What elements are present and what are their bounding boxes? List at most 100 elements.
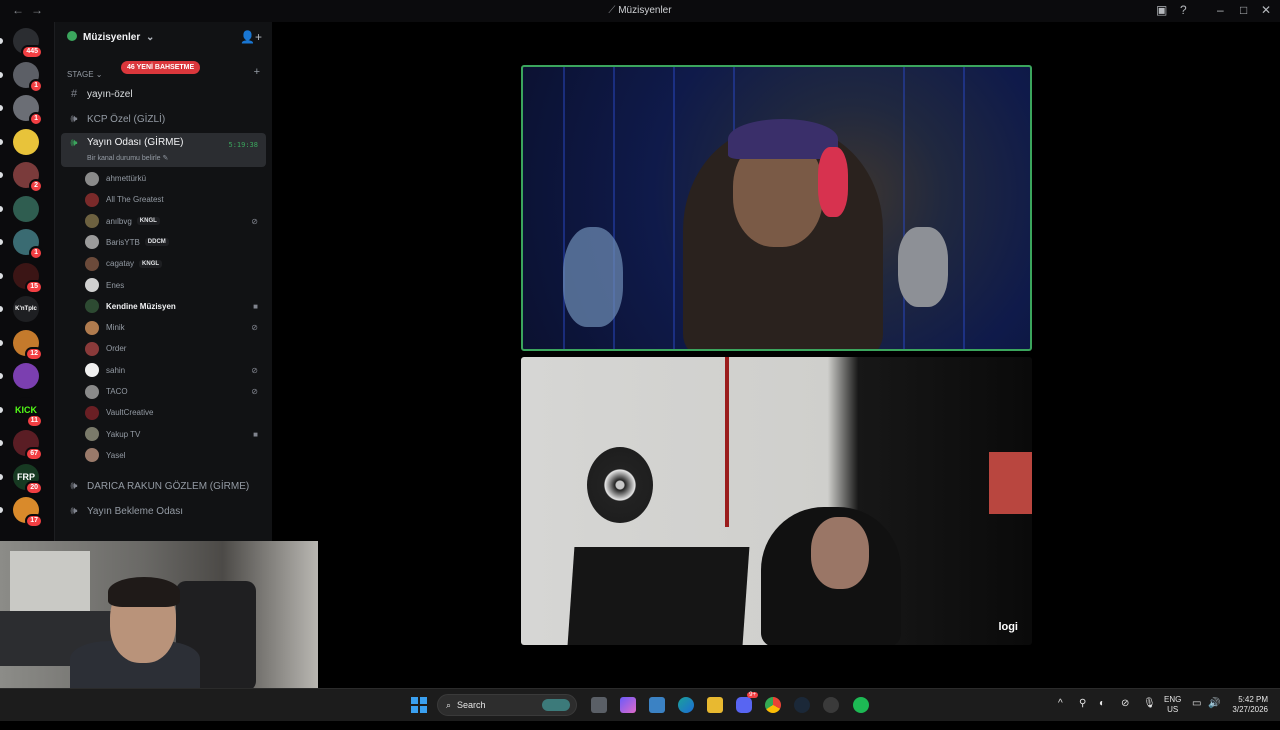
volume-icon[interactable]: 🔊 [1208, 698, 1220, 730]
file-explorer-icon[interactable] [707, 697, 723, 713]
task-view-icon[interactable] [591, 697, 607, 713]
new-mentions-pill[interactable]: 46 YENİ BAHSETME [121, 61, 201, 74]
avatar [85, 235, 99, 250]
spotify-icon[interactable] [853, 697, 869, 713]
microphone-icon[interactable]: 🎙 [1143, 698, 1156, 730]
voice-timer: 5:19:38 [228, 141, 258, 149]
windows-start-icon[interactable] [411, 697, 427, 713]
mention-badge: 12 [25, 346, 43, 361]
voice-channel-yayin-bekleme[interactable]: 🕪 Yayın Bekleme Odası [61, 501, 266, 521]
avatar [85, 363, 99, 378]
server-icon[interactable] [13, 128, 39, 155]
maximize-button[interactable]: □ [1240, 3, 1247, 17]
user-dm-avatar[interactable]: 1 [13, 95, 43, 126]
voice-user-name: Yakup TV [106, 429, 141, 439]
voice-user[interactable]: Minik ⊘ [85, 318, 260, 337]
create-channel-icon[interactable]: + [254, 66, 260, 78]
mention-badge: 2 [29, 179, 43, 193]
help-icon[interactable]: ? [1180, 3, 1187, 17]
voice-user-name: Yasel [106, 450, 126, 460]
channel-sidebar: Müzisyenler ⌄ 👤+ STAGE ⌄ 46 YENİ BAHSETM… [54, 22, 273, 542]
voice-user-name: BarisYTB [106, 237, 140, 247]
voice-channel-yayin-odasi[interactable]: 🕪 Yayın Odası (GİRME) 5:19:38 Bir kanal … [61, 133, 266, 167]
voice-user-name: Enes [106, 280, 125, 290]
logi-watermark: logi [998, 621, 1018, 633]
text-channel-yayin-ozel[interactable]: # yayın-özel [61, 84, 266, 104]
steam-icon[interactable] [794, 697, 810, 713]
server-icon[interactable] [13, 363, 39, 389]
voice-user[interactable]: Yakup TV ■ [85, 425, 260, 444]
mention-badge: 445 [21, 45, 43, 59]
pencil-icon: ✎ [162, 155, 169, 162]
invite-people-icon[interactable]: 👤+ [240, 30, 262, 44]
server-icon[interactable]: 17 [13, 497, 43, 528]
server-icon[interactable]: K'nTplc [13, 296, 39, 322]
kick-icon[interactable]: KICK 11 [13, 396, 43, 428]
voice-user[interactable]: Order [85, 339, 260, 358]
display-icon[interactable]: ▭ [1192, 698, 1201, 730]
video-tile-webcam[interactable]: logi [521, 357, 1032, 645]
avatar [85, 256, 99, 271]
close-button[interactable]: ✕ [1261, 3, 1271, 17]
copilot-icon[interactable] [620, 697, 636, 713]
clock[interactable]: 5:42 PM 3/27/2026 [1228, 695, 1268, 727]
voice-channel-kcp-ozel[interactable]: 🕪 KCP Özel (GİZLİ) [61, 109, 266, 129]
discord-home-icon[interactable]: 445 [13, 28, 43, 59]
set-channel-status[interactable]: Bir kanal durumu belirle ✎ [87, 154, 168, 162]
mention-badge: 17 [25, 514, 43, 528]
usb-icon[interactable]: ⚲ [1079, 698, 1086, 730]
voice-user-name: sahin [106, 365, 126, 375]
taskbar-search-box[interactable]: ⌕ Search [437, 694, 577, 716]
unread-pip [0, 473, 3, 480]
app-icon[interactable] [823, 697, 839, 713]
unread-pip [0, 440, 3, 446]
chevron-up-icon[interactable]: ^ [1058, 698, 1063, 730]
streamer-webcam-overlay [0, 541, 318, 691]
voice-user[interactable]: VaultCreative [85, 403, 260, 422]
speaker-icon: 🕪 [70, 137, 78, 149]
voice-user[interactable]: Kendine Müzisyen ■ [85, 297, 260, 316]
server-icon[interactable]: 15 [13, 262, 43, 294]
hair-shape [108, 577, 180, 607]
video-tile-speaking[interactable] [521, 65, 1032, 351]
store-icon[interactable] [649, 697, 665, 713]
minimize-button[interactable]: – [1217, 3, 1224, 17]
unread-pip [0, 507, 3, 513]
unread-pip [0, 172, 3, 178]
voice-user[interactable]: ahmettürkü [85, 169, 260, 188]
voice-user[interactable]: Enes [85, 276, 260, 295]
network-off-icon[interactable]: ⊘ [1121, 698, 1129, 730]
user-dm-avatar[interactable]: 1 [13, 61, 43, 93]
voice-user[interactable]: cagatay KNGL [85, 254, 260, 273]
discord-taskbar-icon[interactable]: 9+ [736, 692, 758, 713]
voice-user[interactable]: TACO ⊘ [85, 382, 260, 401]
unread-pip [0, 239, 3, 245]
inbox-icon[interactable]: ▣ [1156, 3, 1167, 17]
edge-icon[interactable] [678, 697, 694, 713]
server-icon[interactable]: 67 [13, 430, 43, 461]
server-icon[interactable]: 12 [13, 329, 43, 361]
server-icon [67, 31, 77, 41]
voice-user[interactable]: anılbvg KNGL ⊘ [85, 212, 260, 231]
server-name-button[interactable]: Müzisyenler ⌄ [67, 31, 154, 43]
avatar [85, 448, 99, 463]
steam-tray-icon[interactable]: ◐ [1099, 698, 1105, 730]
category-header[interactable]: STAGE ⌄ [67, 70, 102, 79]
server-icon[interactable]: 2 [13, 162, 43, 193]
server-icon[interactable]: 1 [13, 229, 43, 260]
voice-user[interactable]: Yasel [85, 446, 260, 465]
voice-user[interactable]: BarisYTB DDCM [85, 233, 260, 252]
server-icon[interactable] [13, 195, 39, 222]
channel-icon: ⟋ [608, 5, 619, 16]
voice-user[interactable]: sahin ⊘ [85, 361, 260, 380]
unread-pip [0, 138, 3, 145]
voice-user-name: Kendine Müzisyen [106, 301, 176, 311]
hashtag-icon: # [70, 88, 78, 100]
voice-channel-darica-rakun[interactable]: 🕪 DARICA RAKUN GÖZLEM (GİRME) [61, 476, 266, 496]
unread-pip [0, 339, 3, 346]
chrome-icon[interactable] [765, 697, 781, 713]
language-indicator[interactable]: ENG US [1164, 695, 1181, 727]
server-icon[interactable]: FRP 20 [13, 463, 43, 495]
voice-user[interactable]: All The Greatest [85, 190, 260, 209]
avatar [85, 192, 99, 207]
